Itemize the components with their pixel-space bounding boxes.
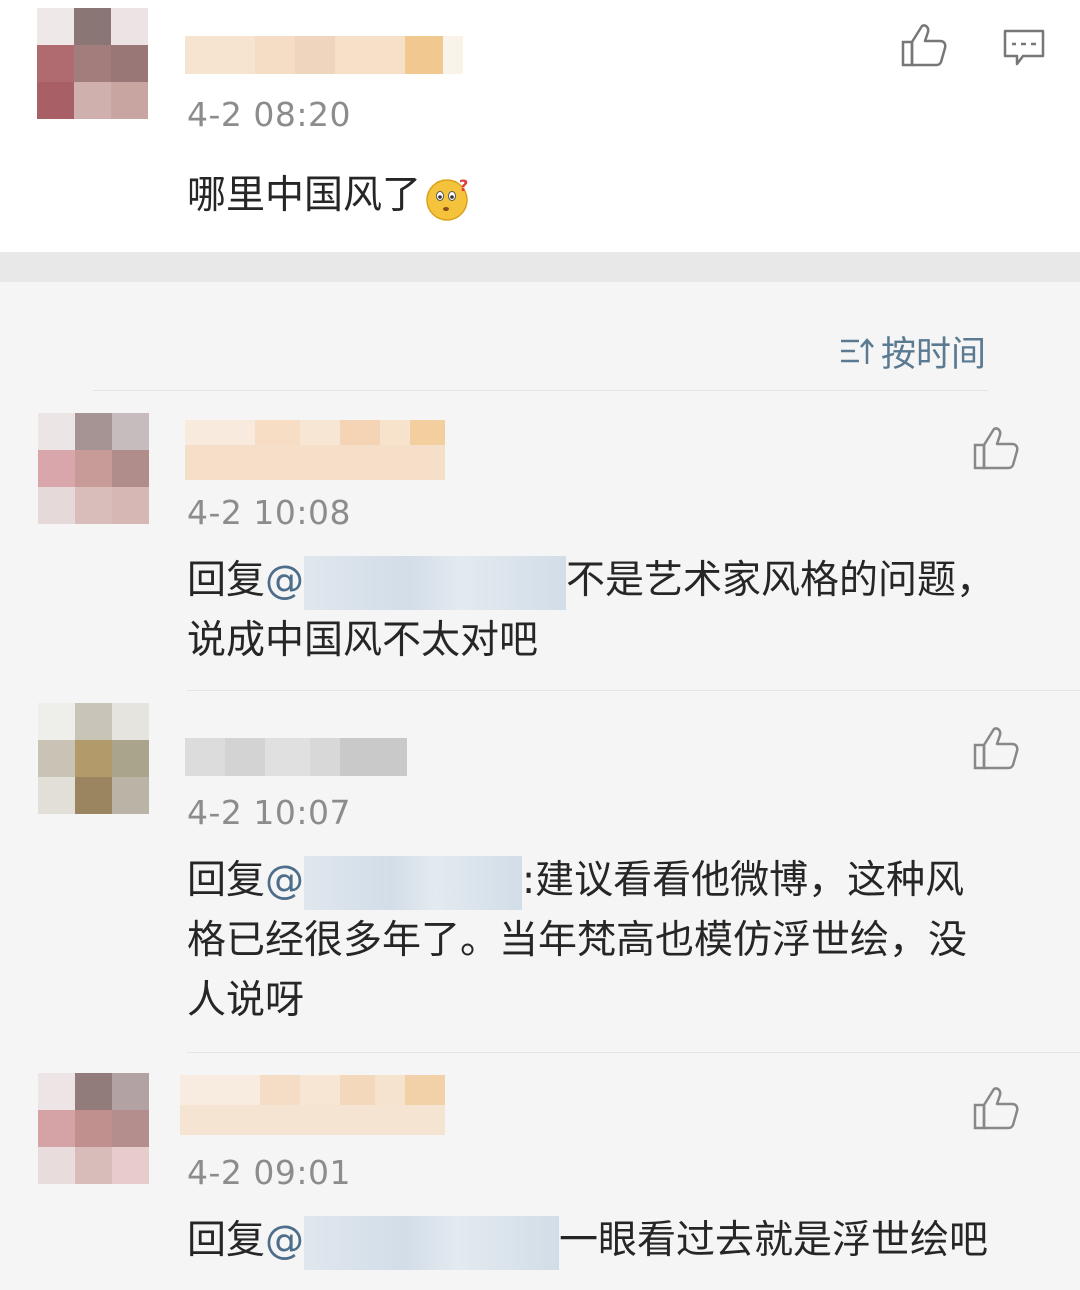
at-sign: @ (265, 1218, 305, 1263)
sort-label: 按时间 (880, 335, 986, 375)
mention-link[interactable]: @ (265, 555, 567, 610)
reply-text-line: 一眼看过去就是浮世绘吧 (559, 1218, 989, 1263)
mention-link[interactable]: @ (265, 855, 523, 910)
timestamp: 4-2 10:07 (187, 793, 351, 832)
like-icon[interactable] (900, 22, 948, 68)
comment-icon[interactable] (1002, 28, 1046, 68)
original-comment: 4-2 08:20 哪里中国风了 ? (0, 0, 1080, 252)
mention-username-blurred[interactable] (304, 1215, 560, 1270)
separator (187, 690, 1080, 691)
avatar[interactable] (38, 1073, 149, 1184)
username-blurred-lower (180, 1105, 445, 1135)
reply-text: 回复@ 不是艺术家风格的问题， 说成中国风不太对吧 (187, 551, 1017, 671)
separator (93, 390, 988, 391)
at-sign: @ (265, 558, 305, 603)
thinking-face-emoji: ? (426, 176, 468, 221)
reply-prefix: 回复 (187, 858, 266, 903)
avatar[interactable] (37, 8, 148, 119)
reply-text-line: 说成中国风不太对吧 (187, 618, 539, 663)
at-sign: @ (265, 858, 305, 903)
sort-icon (840, 337, 874, 364)
avatar[interactable] (38, 703, 149, 814)
reply-text: 回复@ :建议看看他微博，这种风 格已经很多年了。当年梵高也模仿浮世绘，没 人说呀 (187, 851, 1047, 1031)
username-blurred-lower (185, 445, 445, 480)
username-blurred[interactable] (185, 36, 463, 74)
reply-prefix: 回复 (187, 1218, 266, 1263)
reply-text-line: 不是艺术家风格的问题， (566, 558, 996, 603)
mention-username-blurred[interactable] (304, 855, 523, 910)
comment-text: 哪里中国风了 ? (187, 166, 471, 226)
separator (187, 1052, 1080, 1053)
like-icon[interactable] (972, 425, 1020, 471)
timestamp: 4-2 10:08 (187, 493, 351, 532)
reply-text-line: 格已经很多年了。当年梵高也模仿浮世绘，没 (187, 918, 968, 963)
avatar[interactable] (38, 413, 149, 524)
like-icon[interactable] (972, 1085, 1020, 1131)
like-icon[interactable] (972, 725, 1020, 771)
mention-username-blurred[interactable] (304, 555, 567, 610)
sort-by-time-button[interactable]: 按时间 (839, 326, 986, 377)
reply-text-line: :建议看看他微博，这种风 (522, 858, 965, 903)
reply-text: 回复@ 一眼看过去就是浮世绘吧 (187, 1211, 1047, 1271)
reply-prefix: 回复 (187, 558, 266, 603)
timestamp: 4-2 08:20 (187, 95, 351, 134)
username-blurred[interactable] (185, 738, 407, 776)
mention-link[interactable]: @ (265, 1215, 560, 1270)
section-divider (0, 252, 1080, 282)
svg-text:?: ? (459, 176, 468, 195)
reply-text-line: 人说呀 (187, 978, 305, 1023)
replies-section (0, 282, 1080, 1290)
comment-text-body: 哪里中国风了 (187, 173, 422, 218)
timestamp: 4-2 09:01 (187, 1153, 351, 1192)
